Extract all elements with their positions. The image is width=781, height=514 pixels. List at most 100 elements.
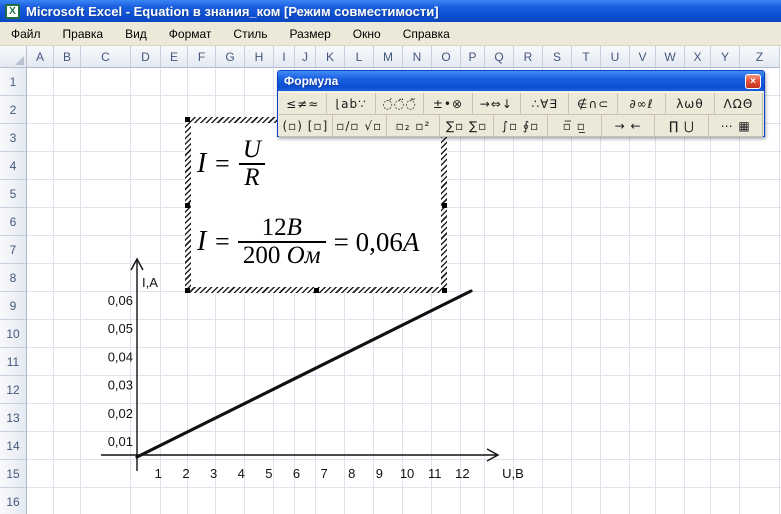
column-header-M[interactable]: M bbox=[374, 46, 403, 68]
formula-toolbar-titlebar[interactable]: Формула × bbox=[278, 71, 764, 91]
labeled-arrow-templates-button[interactable]: → ← bbox=[602, 115, 656, 136]
eq1-denominator: R bbox=[239, 163, 265, 191]
column-header-N[interactable]: N bbox=[403, 46, 432, 68]
column-header-T[interactable]: T bbox=[572, 46, 601, 68]
row-header-15[interactable]: 15 bbox=[0, 460, 27, 488]
x-tick-2: 2 bbox=[182, 466, 189, 481]
fraction-radical-templates-button[interactable]: ▫∕▫ √▫ bbox=[333, 115, 387, 136]
x-tick-5: 5 bbox=[265, 466, 272, 481]
x-tick-7: 7 bbox=[321, 466, 328, 481]
eq2-fraction: 12В 200 Ом bbox=[237, 214, 326, 270]
column-header-U[interactable]: U bbox=[601, 46, 630, 68]
equation-object[interactable]: I = U R I = 12В 200 Ом = 0,06А bbox=[185, 117, 447, 293]
column-header-O[interactable]: O bbox=[432, 46, 461, 68]
greek-lowercase-button[interactable]: λωθ bbox=[666, 93, 715, 114]
gridline-h bbox=[27, 403, 781, 404]
column-header-P[interactable]: P bbox=[461, 46, 485, 68]
formula-toolbar: Формула × ≤≠≈ ⌊ab∵ ◌́◌̈◌̃ ±•⊗ →⇔↓ ∴∀∃ ∉∩⊂ ∂∞ℓ λω… bbox=[277, 70, 765, 137]
greek-uppercase-button[interactable]: ΛΩΘ bbox=[715, 93, 764, 114]
row-header-2[interactable]: 2 bbox=[0, 96, 27, 124]
title-bar: X Microsoft Excel - Equation в знания_ко… bbox=[0, 0, 781, 22]
bar-templates-button[interactable]: ▫̅ ▫̲ bbox=[548, 115, 602, 136]
menu-item-размер[interactable]: Размер bbox=[279, 22, 342, 46]
column-header-D[interactable]: D bbox=[131, 46, 161, 68]
window-title: Microsoft Excel - Equation в знания_ком … bbox=[26, 3, 439, 19]
spaces-ellipses-button[interactable]: ⌊ab∵ bbox=[327, 93, 376, 114]
column-header-G[interactable]: G bbox=[216, 46, 245, 68]
gridline-h bbox=[27, 347, 781, 348]
menu-item-справка[interactable]: Справка bbox=[392, 22, 461, 46]
resize-handle-s[interactable] bbox=[314, 288, 319, 293]
column-header-Z[interactable]: Z bbox=[740, 46, 780, 68]
row-header-11[interactable]: 11 bbox=[0, 348, 27, 376]
column-header-I[interactable]: I bbox=[274, 46, 295, 68]
logical-symbols-button[interactable]: ∴∀∃ bbox=[521, 93, 570, 114]
operator-symbols-button[interactable]: ±•⊗ bbox=[424, 93, 473, 114]
row-header-5[interactable]: 5 bbox=[0, 180, 27, 208]
row-header-10[interactable]: 10 bbox=[0, 320, 27, 348]
row-header-14[interactable]: 14 bbox=[0, 432, 27, 460]
menu-item-окно[interactable]: Окно bbox=[342, 22, 392, 46]
column-header-R[interactable]: R bbox=[514, 46, 543, 68]
x-tick-8: 8 bbox=[348, 466, 355, 481]
row-header-12[interactable]: 12 bbox=[0, 376, 27, 404]
menu-item-файл[interactable]: Файл bbox=[0, 22, 52, 46]
resize-handle-w[interactable] bbox=[185, 203, 190, 208]
column-header-W[interactable]: W bbox=[656, 46, 685, 68]
eq2-result: = 0,06А bbox=[333, 226, 420, 257]
equation-canvas: I = U R I = 12В 200 Ом = 0,06А bbox=[191, 123, 441, 287]
row-header-6[interactable]: 6 bbox=[0, 208, 27, 236]
column-header-V[interactable]: V bbox=[630, 46, 656, 68]
column-header-B[interactable]: B bbox=[54, 46, 81, 68]
formula-toolbar-body: ≤≠≈ ⌊ab∵ ◌́◌̈◌̃ ±•⊗ →⇔↓ ∴∀∃ ∉∩⊂ ∂∞ℓ λωθ ΛΩΘ (▫) [… bbox=[279, 92, 764, 137]
column-header-K[interactable]: K bbox=[316, 46, 345, 68]
column-header-Q[interactable]: Q bbox=[485, 46, 514, 68]
integral-templates-button[interactable]: ∫▫ ∮▫ bbox=[494, 115, 548, 136]
column-header-C[interactable]: C bbox=[81, 46, 131, 68]
row-header-1[interactable]: 1 bbox=[0, 68, 27, 96]
column-header-L[interactable]: L bbox=[345, 46, 374, 68]
resize-handle-sw[interactable] bbox=[185, 288, 190, 293]
column-header-A[interactable]: A bbox=[27, 46, 54, 68]
matrix-templates-button[interactable]: ⋯ ▦ bbox=[709, 115, 764, 136]
menu-item-формат[interactable]: Формат bbox=[158, 22, 223, 46]
eq1-lhs: I bbox=[197, 148, 207, 180]
excel-window: X Microsoft Excel - Equation в знания_ко… bbox=[0, 0, 781, 514]
menu-item-правка[interactable]: Правка bbox=[52, 22, 115, 46]
fence-templates-button[interactable]: (▫) [▫] bbox=[279, 115, 333, 136]
row-header-13[interactable]: 13 bbox=[0, 404, 27, 432]
column-header-H[interactable]: H bbox=[245, 46, 274, 68]
eq2-denominator: 200 Ом bbox=[237, 241, 326, 269]
select-all-corner[interactable] bbox=[0, 46, 27, 68]
column-header-F[interactable]: F bbox=[188, 46, 216, 68]
arrow-symbols-button[interactable]: →⇔↓ bbox=[473, 93, 522, 114]
relational-symbols-button[interactable]: ≤≠≈ bbox=[279, 93, 328, 114]
close-icon[interactable]: × bbox=[745, 73, 761, 89]
column-header-S[interactable]: S bbox=[543, 46, 572, 68]
embellishments-button[interactable]: ◌́◌̈◌̃ bbox=[376, 93, 425, 114]
column-header-X[interactable]: X bbox=[685, 46, 711, 68]
row-header-7[interactable]: 7 bbox=[0, 236, 27, 264]
misc-symbols-button[interactable]: ∂∞ℓ bbox=[618, 93, 667, 114]
row-header-4[interactable]: 4 bbox=[0, 152, 27, 180]
menu-item-стиль[interactable]: Стиль bbox=[222, 22, 278, 46]
set-theory-symbols-button[interactable]: ∉∩⊂ bbox=[569, 93, 618, 114]
resize-handle-nw[interactable] bbox=[185, 117, 190, 122]
column-header-Y[interactable]: Y bbox=[711, 46, 740, 68]
resize-handle-e[interactable] bbox=[442, 203, 447, 208]
summation-templates-button[interactable]: ∑▫ ∑▫ bbox=[440, 115, 495, 136]
column-header-E[interactable]: E bbox=[161, 46, 188, 68]
gridline-h bbox=[27, 375, 781, 376]
row-header-8[interactable]: 8 bbox=[0, 264, 27, 292]
x-tick-11: 11 bbox=[428, 466, 442, 481]
product-set-templates-button[interactable]: ∏ ⋃ bbox=[655, 115, 710, 136]
subscript-superscript-templates-button[interactable]: ▫₂ ▫² bbox=[387, 115, 441, 136]
row-header-16[interactable]: 16 bbox=[0, 488, 27, 514]
resize-handle-se[interactable] bbox=[442, 288, 447, 293]
eq2-lhs: I bbox=[197, 226, 207, 258]
column-header-J[interactable]: J bbox=[295, 46, 316, 68]
menu-item-вид[interactable]: Вид bbox=[114, 22, 158, 46]
y-axis-arrow-icon bbox=[130, 257, 144, 271]
row-header-9[interactable]: 9 bbox=[0, 292, 27, 320]
row-header-3[interactable]: 3 bbox=[0, 124, 27, 152]
